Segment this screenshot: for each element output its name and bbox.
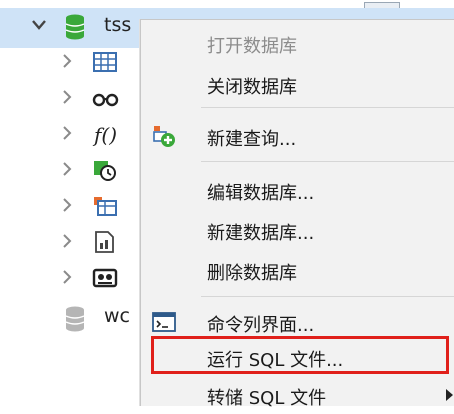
db-label-wc[interactable]: wc <box>104 305 130 327</box>
menu-item-dump-sql-file[interactable]: 转储 SQL 文件 <box>141 376 454 414</box>
menu-separator <box>201 107 454 108</box>
chevron-right-icon[interactable] <box>62 234 72 248</box>
chevron-right-icon[interactable] <box>62 54 72 68</box>
chevron-down-icon[interactable] <box>32 20 46 30</box>
chevron-right-icon[interactable] <box>62 198 72 212</box>
highlight-annotation <box>151 336 449 374</box>
tree-item-tables[interactable] <box>0 44 160 80</box>
tree-item-backups[interactable] <box>0 260 160 296</box>
table-icon <box>93 52 117 72</box>
menu-item-label: 删除数据库 <box>207 263 297 284</box>
menu-item-label: 新建查询... <box>207 129 297 150</box>
report-icon <box>95 231 114 253</box>
menu-item-delete-database[interactable]: 删除数据库 <box>141 251 454 289</box>
menu-item-label: 关闭数据库 <box>207 77 297 98</box>
new-query-icon <box>153 126 175 147</box>
event-icon <box>94 161 116 181</box>
menu-separator <box>201 296 454 297</box>
chevron-right-icon[interactable] <box>62 90 72 104</box>
menu-item-label: 转储 SQL 文件 <box>207 388 327 409</box>
chevron-right-icon[interactable] <box>62 126 72 140</box>
menu-item-edit-database[interactable]: 编辑数据库... <box>141 171 454 209</box>
svg-text:f(): f() <box>92 123 117 146</box>
tree-item-functions[interactable]: f() <box>0 116 160 152</box>
function-icon: f() <box>92 123 117 146</box>
menu-item-new-database[interactable]: 新建数据库... <box>141 211 454 249</box>
database-icon <box>65 306 85 332</box>
console-icon <box>152 312 176 332</box>
menu-item-label: 编辑数据库... <box>207 183 315 204</box>
menu-item-label: 打开数据库 <box>207 36 297 57</box>
chevron-right-icon[interactable] <box>62 162 72 176</box>
chevron-right-icon[interactable] <box>62 270 72 284</box>
menu-item-new-query[interactable]: 新建查询... <box>141 117 454 155</box>
db-label-tss[interactable]: tss <box>104 14 131 36</box>
database-icon <box>65 14 85 40</box>
backup-icon <box>92 268 118 288</box>
submenu-arrow-icon <box>446 389 453 401</box>
tree-item-reports[interactable] <box>0 224 160 260</box>
tree-item-views[interactable] <box>0 80 160 116</box>
query-icon <box>94 197 117 216</box>
menu-item-label: 新建数据库... <box>207 223 315 244</box>
menu-item-close-database[interactable]: 关闭数据库 <box>141 65 454 103</box>
menu-separator <box>201 161 454 162</box>
tree-item-events[interactable] <box>0 152 160 188</box>
view-icon <box>92 93 119 107</box>
menu-item-label: 命令列界面... <box>207 315 315 336</box>
menu-item-open-database[interactable]: 打开数据库 <box>141 24 454 62</box>
tree-item-queries[interactable] <box>0 188 160 224</box>
